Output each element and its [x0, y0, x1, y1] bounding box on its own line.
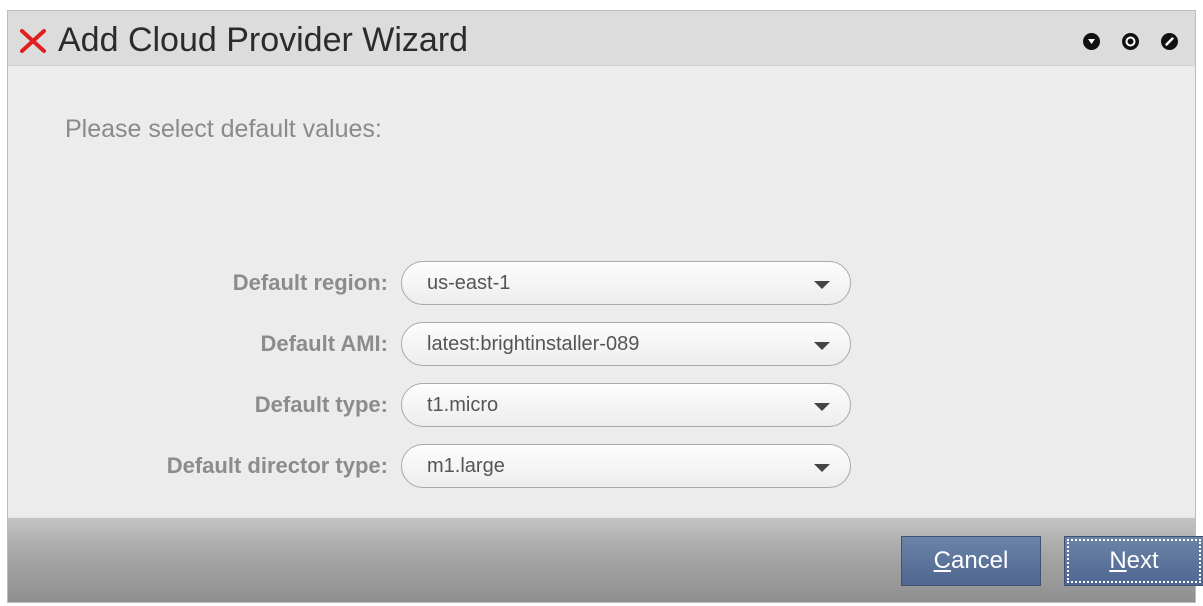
chevron-down-icon: [814, 281, 830, 289]
director-type-dropdown[interactable]: m1.large: [401, 444, 851, 488]
next-label: ext: [1126, 547, 1159, 574]
ami-row: Default AMI: latest:brightinstaller-089: [8, 322, 858, 368]
instructions-text: Please select default values:: [65, 115, 382, 143]
region-dropdown[interactable]: us-east-1: [401, 261, 851, 305]
region-label: Default region:: [232, 270, 388, 295]
chevron-down-icon: [814, 464, 830, 472]
wizard-window: Add Cloud Provider Wizard Please select …: [7, 10, 1203, 603]
cancel-button[interactable]: Cancel: [901, 536, 1041, 586]
next-button[interactable]: Next: [1064, 536, 1203, 586]
type-dropdown[interactable]: t1.micro: [401, 383, 851, 427]
director-type-value: m1.large: [427, 455, 505, 477]
region-row: Default region: us-east-1: [8, 261, 858, 307]
red-x-icon: [20, 29, 46, 53]
minimize-icon[interactable]: [1083, 33, 1100, 50]
title-bar[interactable]: Add Cloud Provider Wizard: [8, 11, 1195, 66]
close-icon[interactable]: [1161, 33, 1178, 50]
type-row: Default type: t1.micro: [8, 383, 858, 429]
ami-label: Default AMI:: [260, 331, 388, 356]
maximize-icon[interactable]: [1122, 33, 1139, 50]
cancel-label: ancel: [950, 547, 1009, 574]
director-type-row: Default director type: m1.large: [8, 444, 858, 490]
chevron-down-icon: [814, 403, 830, 411]
type-value: t1.micro: [427, 394, 499, 416]
cancel-mnemonic: C: [933, 547, 951, 574]
ami-value: latest:brightinstaller-089: [427, 333, 640, 355]
type-label: Default type:: [254, 392, 388, 417]
director-type-label: Default director type:: [166, 453, 388, 478]
window-title: Add Cloud Provider Wizard: [58, 21, 469, 59]
button-bar: Cancel Next: [8, 516, 1203, 602]
next-mnemonic: N: [1109, 547, 1127, 574]
region-value: us-east-1: [427, 272, 511, 294]
ami-dropdown[interactable]: latest:brightinstaller-089: [401, 322, 851, 366]
chevron-down-icon: [814, 342, 830, 350]
